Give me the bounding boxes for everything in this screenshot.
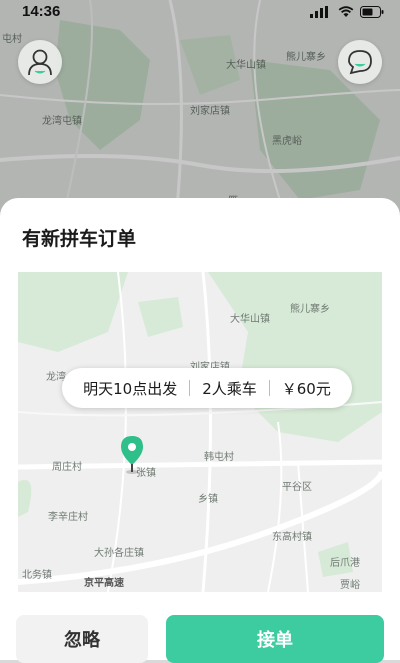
map-label: 北务镇 — [22, 570, 52, 581]
location-pin-icon — [121, 436, 143, 474]
map-label: 平谷区 — [282, 482, 312, 493]
message-button[interactable] — [338, 40, 382, 84]
passenger-count: 2人乘车 — [202, 379, 257, 398]
user-avatar-icon — [28, 49, 52, 76]
map-label: 京平高速 — [84, 578, 124, 589]
pill-divider — [268, 380, 270, 396]
status-time: 14:36 — [22, 3, 61, 20]
map-label: 熊儿寨乡 — [290, 304, 330, 315]
order-route-map[interactable]: 大华山镇 熊儿寨乡 龙湾 刘家店镇 周庄村 张镇 韩屯村 乡镇 平谷区 李辛庄村… — [18, 272, 382, 592]
map-label: 李辛庄村 — [48, 512, 88, 523]
map-label: 大孙各庄镇 — [94, 548, 144, 559]
map-label: 大华山镇 — [230, 314, 270, 325]
sheet-title: 有新拼车订单 — [22, 228, 137, 250]
map-label: 贾峪 — [340, 580, 360, 591]
ignore-button[interactable]: 忽略 — [16, 615, 148, 663]
accept-order-button[interactable]: 接单 — [166, 615, 384, 663]
new-order-sheet: 有新拼车订单 大华山镇 熊儿寨乡 龙湾 刘家店镇 周庄村 张镇 韩屯村 乡镇 平… — [0, 198, 400, 663]
status-bar: 14:36 — [0, 0, 400, 24]
chat-bubble-icon — [348, 50, 372, 75]
map-label: 韩屯村 — [204, 452, 234, 463]
order-price: ￥60元 — [281, 379, 331, 398]
map-label: 周庄村 — [52, 462, 82, 473]
battery-icon — [360, 6, 384, 18]
wifi-icon — [338, 6, 354, 17]
order-info-pill: 明天10点出发 2人乘车 ￥60元 — [62, 368, 352, 408]
pill-divider — [189, 380, 191, 396]
map-label: 东高村镇 — [272, 532, 312, 543]
map-label: 乡镇 — [198, 494, 218, 505]
cellular-signal-icon — [310, 6, 328, 18]
map-label: 后爪港 — [330, 558, 360, 569]
departure-time: 明天10点出发 — [83, 379, 178, 398]
dim-overlay — [0, 0, 400, 230]
profile-button[interactable] — [18, 40, 62, 84]
